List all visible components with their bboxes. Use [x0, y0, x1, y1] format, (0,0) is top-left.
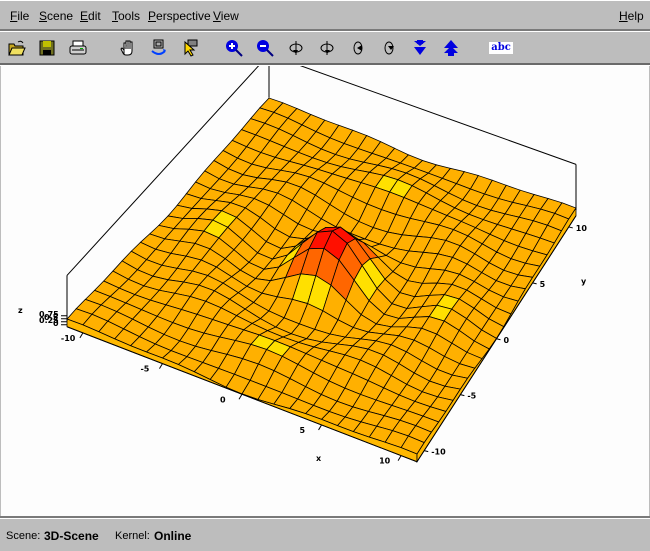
- x-tick-label: -5: [140, 365, 149, 374]
- status-bar: Scene: 3D-Scene Kernel: Online: [0, 516, 650, 551]
- zoom-out-icon: [257, 40, 274, 57]
- tilt-up-icon: [353, 41, 363, 55]
- y-tick: [568, 226, 573, 229]
- text-label-icon: abc: [489, 42, 513, 54]
- pointer-icon: [184, 39, 198, 57]
- menu-view[interactable]: View: [213, 9, 239, 23]
- rotate-right-icon: [320, 41, 334, 55]
- surface-plot: -10-10-5-5005510100.750.50.250 x y z: [18, 66, 588, 466]
- y-tick: [532, 282, 537, 285]
- kernel-status: Online: [154, 529, 192, 543]
- x-tick-label: -10: [61, 334, 76, 343]
- open-file-button[interactable]: [6, 37, 28, 59]
- zoom-in-icon: [226, 40, 243, 57]
- x-tick-label: 0: [220, 395, 226, 404]
- rotate-left-button[interactable]: [285, 37, 307, 59]
- rotate-view-icon: [151, 39, 166, 55]
- hand-icon: [120, 40, 133, 56]
- y-tick: [460, 394, 465, 397]
- zoom-in-button[interactable]: [223, 37, 245, 59]
- rotate-left-icon: [289, 41, 303, 55]
- save-button[interactable]: [36, 37, 58, 59]
- x-tick: [79, 332, 84, 339]
- y-tick-label: -10: [431, 448, 446, 457]
- menu-scene[interactable]: Scene: [39, 9, 73, 23]
- rotate-right-button[interactable]: [316, 37, 338, 59]
- menu-tools[interactable]: Tools: [112, 9, 140, 23]
- y-axis-label: y: [581, 277, 587, 286]
- tilt-down-icon: [384, 41, 394, 55]
- tilt-up-button[interactable]: [347, 37, 369, 59]
- y-tick: [424, 450, 429, 453]
- x-tick-label: 10: [379, 457, 391, 466]
- menu-edit[interactable]: Edit: [80, 9, 101, 23]
- x-tick: [318, 424, 322, 431]
- labels-button[interactable]: abc: [489, 37, 513, 59]
- printer-icon: [69, 40, 87, 55]
- scene-label: Scene:: [6, 530, 41, 542]
- x-tick-label: 5: [300, 426, 306, 435]
- print-button[interactable]: [67, 37, 89, 59]
- folder-open-icon: [8, 40, 26, 56]
- y-tick-label: -5: [467, 392, 476, 401]
- pan-button[interactable]: [117, 37, 139, 59]
- move-down-button[interactable]: [409, 37, 431, 59]
- menu-perspective[interactable]: Perspective: [148, 9, 211, 23]
- status-separator: [0, 516, 650, 518]
- y-tick-label: 0: [504, 336, 510, 345]
- x-tick: [238, 394, 243, 400]
- surface-mesh: [66, 97, 577, 464]
- rotate-view-button[interactable]: [148, 37, 170, 59]
- y-tick: [496, 338, 501, 341]
- menu-help[interactable]: Help: [619, 9, 644, 23]
- y-tick-label: 10: [576, 224, 588, 233]
- x-tick: [397, 455, 402, 461]
- menu-file[interactable]: File: [10, 9, 29, 23]
- menu-separator: [0, 29, 650, 32]
- menu-bar: File Scene Edit Tools Perspective View H…: [0, 0, 650, 31]
- floppy-disk-icon: [39, 40, 55, 56]
- y-tick-label: 5: [540, 280, 546, 289]
- move-up-button[interactable]: [440, 37, 462, 59]
- arrow-down-icon: [414, 40, 426, 55]
- zoom-out-button[interactable]: [254, 37, 276, 59]
- tilt-down-button[interactable]: [378, 37, 400, 59]
- select-button[interactable]: [180, 37, 202, 59]
- kernel-label: Kernel:: [115, 530, 150, 542]
- x-axis-label: x: [316, 454, 322, 463]
- z-axis-label: z: [18, 306, 23, 315]
- arrow-up-icon: [444, 40, 458, 56]
- toolbar: abc: [0, 33, 650, 63]
- x-tick: [159, 363, 163, 369]
- z-tick-label: 0: [53, 319, 59, 328]
- plot-canvas[interactable]: -10 -10 -5 -5 0 0 5 5 10 10 0.75 0.5 0.25 0 x y z: [1, 66, 649, 516]
- scene-value: 3D-Scene: [44, 529, 99, 543]
